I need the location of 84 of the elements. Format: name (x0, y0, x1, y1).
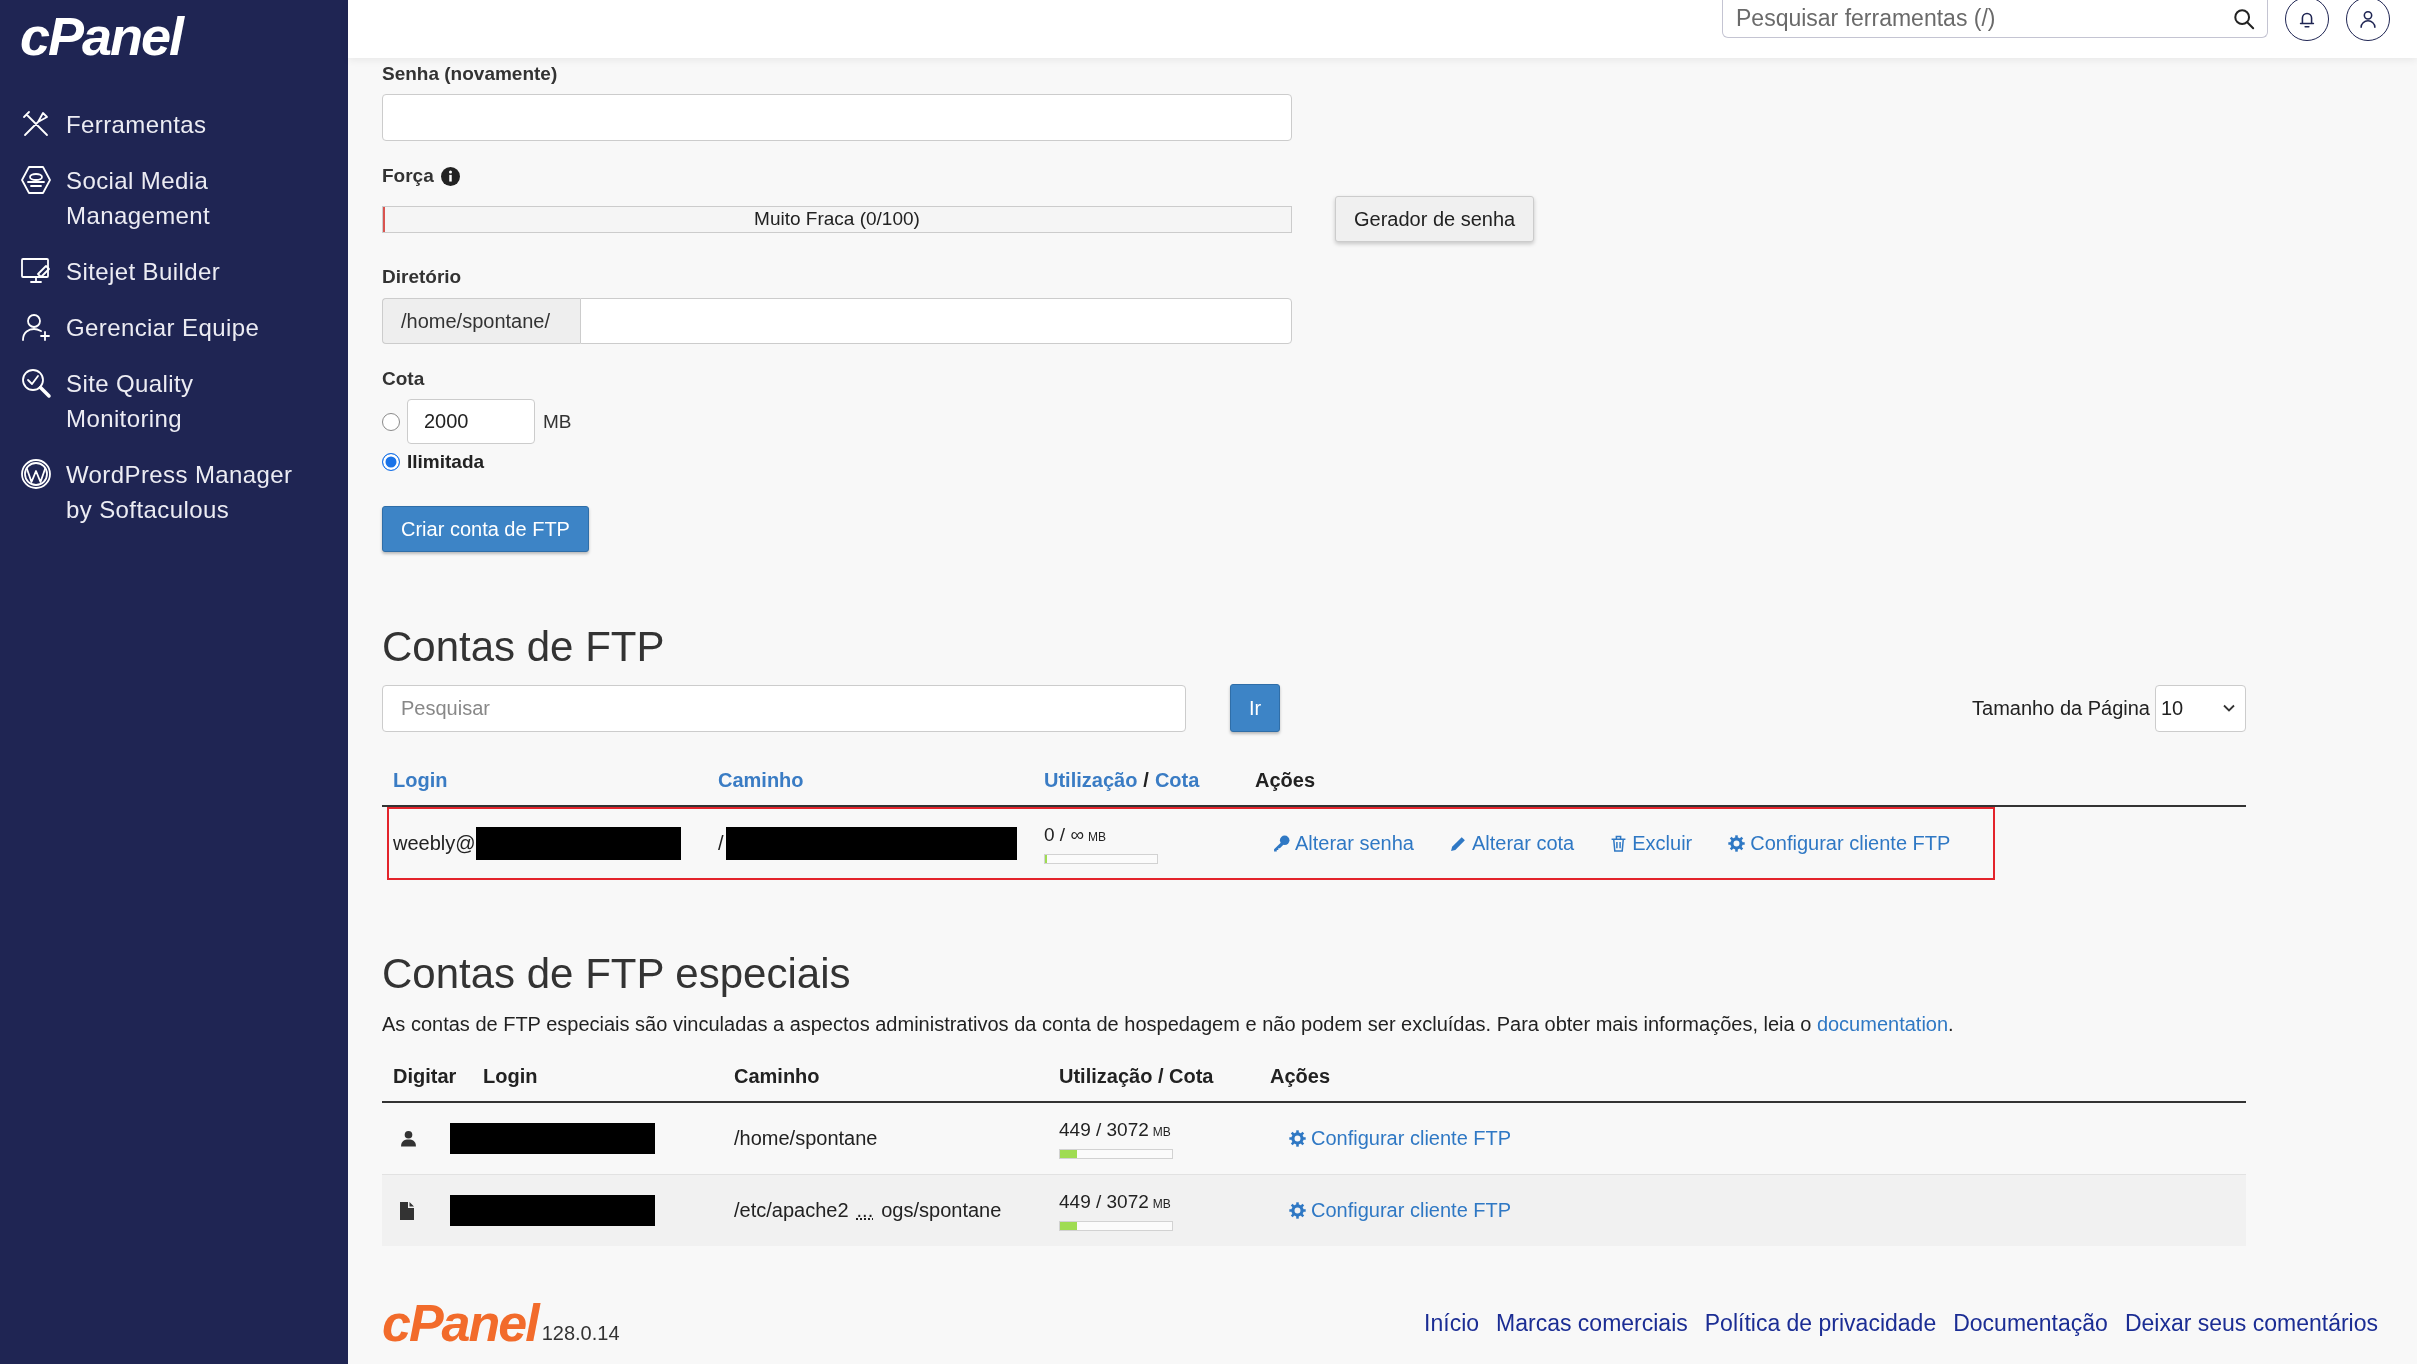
column-header: Login (482, 1064, 539, 1088)
column-sort-link[interactable]: Login (393, 768, 448, 791)
password-input[interactable] (382, 94, 1292, 141)
gear-icon (1289, 1130, 1306, 1147)
go-button[interactable]: Ir (1230, 684, 1280, 732)
action-link[interactable]: Configurar cliente FTP (1289, 1199, 1512, 1222)
page-size-label: Tamanho da Página (1972, 696, 2150, 720)
info-icon[interactable] (440, 166, 460, 186)
user-plus-icon (20, 311, 52, 343)
radio-button[interactable] (382, 412, 400, 431)
password-generator-button[interactable]: Gerador de senha (1335, 196, 1535, 242)
section-title: Contas de FTP (382, 622, 666, 672)
page-size-select[interactable]: 10 (2155, 684, 2246, 732)
file-icon (400, 1201, 414, 1220)
login-text: weebly@ (393, 832, 476, 855)
person-icon (400, 1130, 417, 1147)
user-icon (2357, 8, 2379, 30)
path-expand-link[interactable]: ... (856, 1199, 874, 1222)
version-text: 128.0.14 (541, 1321, 620, 1345)
footer-link[interactable]: Início (1424, 1309, 1480, 1337)
documentation-link[interactable]: documentation (1816, 1013, 1949, 1035)
field-label: Senha (novamente) (382, 62, 559, 86)
action-link[interactable]: Configurar cliente FTP (1289, 1127, 1512, 1150)
sidebar-link[interactable]: Sitejet Builder (20, 254, 221, 289)
radio-label[interactable]: Ilimitada (407, 451, 485, 473)
field-label: Diretório (382, 265, 463, 289)
header-separator: / (1143, 768, 1149, 791)
hexagon-icon (20, 164, 52, 196)
path-text: ogs/spontane (881, 1199, 1002, 1222)
action-link[interactable]: Alterar senha (1273, 832, 1414, 855)
cpanel-logo[interactable]: cPanel (20, 13, 183, 59)
tool-search-field[interactable]: Pesquisar ferramentas (/) (1722, 0, 2268, 38)
radio-button[interactable] (382, 453, 400, 471)
pencil-icon (1449, 835, 1467, 852)
path-text: / (718, 832, 724, 855)
usage-text: 449 / 3072 (1059, 1190, 1149, 1212)
column-header: Caminho (733, 1064, 821, 1088)
footer-link[interactable]: Marcas comerciais (1496, 1309, 1688, 1337)
action-link[interactable]: Excluir (1610, 832, 1693, 855)
sidebar-link[interactable]: Site Quality Monitoring (20, 366, 194, 436)
column-header: Digitar (392, 1064, 458, 1088)
path-text: /etc/apache2 (734, 1199, 849, 1222)
chevron-icon (2223, 704, 2235, 712)
directory-prefix: /home/spontane/ (382, 298, 580, 344)
column-header: Utilização / Cota (1058, 1064, 1215, 1088)
column-sort-link[interactable]: Cota (1154, 768, 1200, 791)
notifications-button[interactable] (2285, 0, 2329, 41)
path-text: /home/spontane (734, 1127, 878, 1150)
footer-link[interactable]: Deixar seus comentários (2124, 1309, 2378, 1337)
unit-label: MB (1152, 1196, 1171, 1211)
sidebar-link[interactable]: Ferramentas (20, 107, 207, 142)
create-account-button[interactable]: Criar conta de FTP (382, 506, 589, 552)
usage-text: 0 / ∞ (1044, 823, 1084, 845)
gear-icon (1289, 1202, 1306, 1219)
sidebar-link[interactable]: Gerenciar Equipe (20, 310, 260, 345)
gear-icon (1728, 835, 1746, 852)
trash-icon (1610, 835, 1628, 852)
strength-reading: Muito Fraca (0/100) (754, 208, 920, 230)
unit-label: MB (543, 410, 572, 433)
column-header: Ações (1269, 1064, 1332, 1088)
description-text: As contas de FTP especiais são vinculadas a aspectos administrativos da conta de hospedagem e não podem ser excluídas. Para obter mais informações, leia o documentation. (382, 1012, 1955, 1037)
w-circle-icon (20, 458, 52, 490)
user-button[interactable] (2346, 0, 2390, 41)
column-sort-link[interactable]: Utilização (1044, 768, 1138, 791)
action-link[interactable]: Configurar cliente FTP (1728, 832, 1951, 855)
magnifier-check-icon (20, 367, 52, 399)
section-title: Contas de FTP especiais (382, 949, 852, 999)
footer-link[interactable]: Política de privacidade (1704, 1309, 1937, 1337)
quota-input[interactable]: 2000 (407, 399, 535, 444)
field-label: Cota (382, 367, 426, 391)
directory-input[interactable] (580, 298, 1292, 344)
usage-text: 449 / 3072 (1059, 1118, 1149, 1140)
search-icon[interactable] (2233, 8, 2255, 30)
column-sort-link[interactable]: Caminho (718, 768, 804, 791)
sidebar-link[interactable]: WordPress Manager by Softaculous (20, 457, 293, 527)
column-header: Ações (1255, 768, 1316, 791)
field-label: Força (382, 164, 434, 188)
unit-label: MB (1087, 829, 1106, 844)
unit-label: MB (1152, 1124, 1171, 1139)
search-field[interactable]: Pesquisar (382, 684, 1186, 732)
key-icon (1273, 835, 1290, 852)
action-link[interactable]: Alterar cota (1449, 832, 1575, 855)
sidebar-link[interactable]: Social Media Management (20, 163, 211, 233)
footer-link[interactable]: Documentação (1953, 1309, 2108, 1337)
